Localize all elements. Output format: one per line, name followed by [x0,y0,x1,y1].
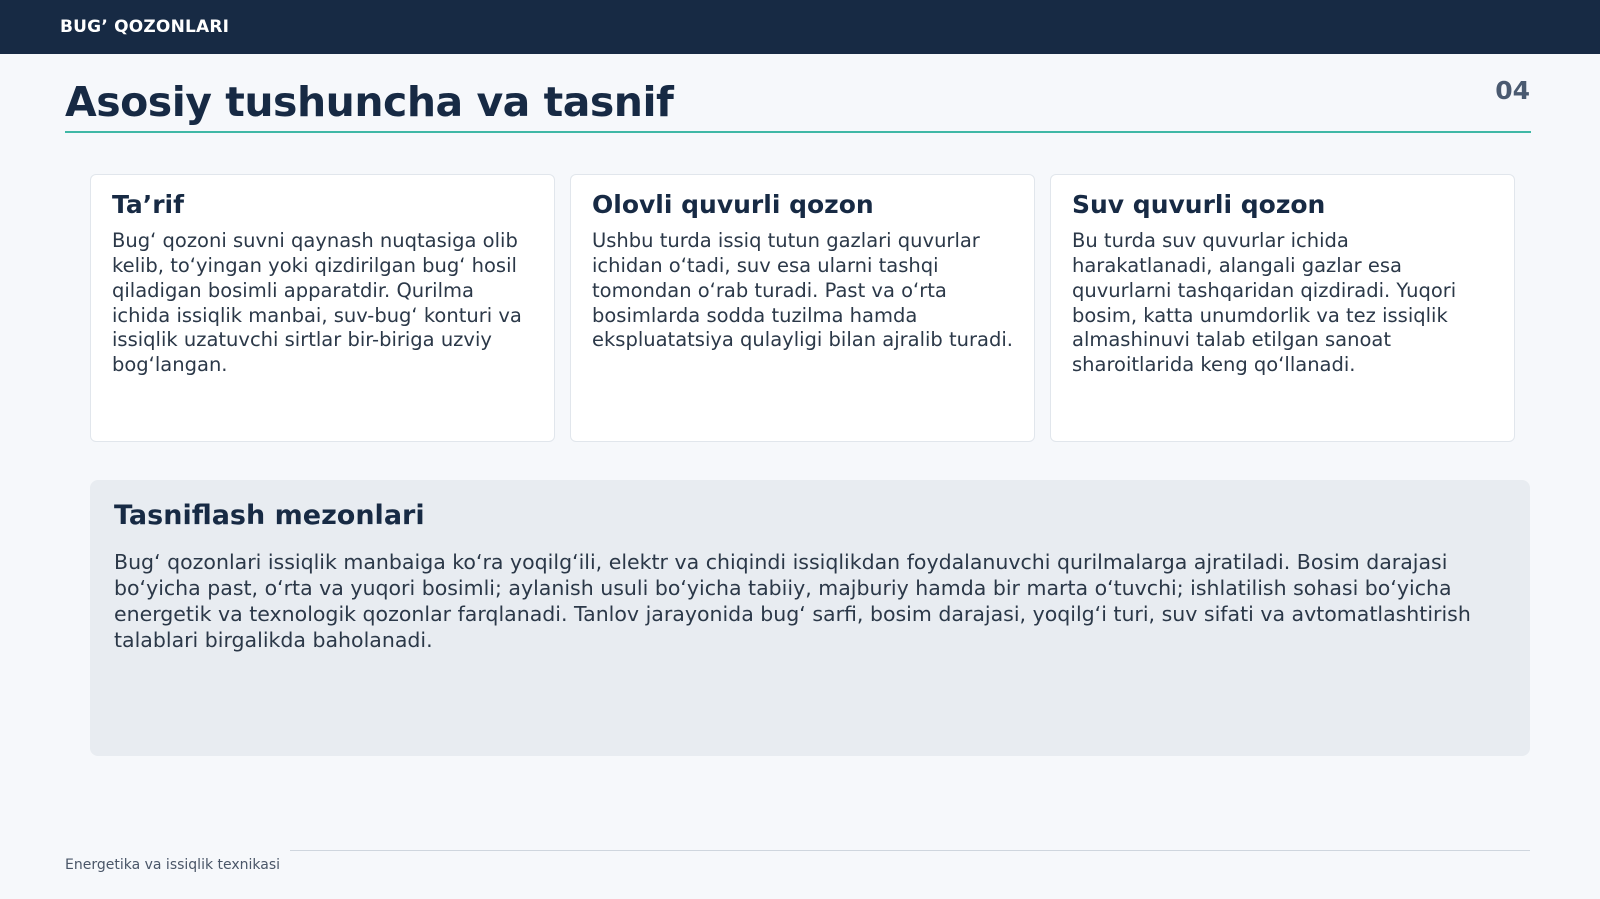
card-definition: Ta’rif Bug‘ qozoni suvni qaynash nuqtasi… [90,174,555,442]
criteria-text: Bug‘ qozonlari issiqlik manbaiga ko‘ra y… [114,550,1471,653]
criteria-title: Tasniflash mezonlari [114,500,425,531]
card-title: Olovli quvurli qozon [592,190,874,219]
classification-criteria-panel: Tasniflash mezonlari Bug‘ qozonlari issi… [90,480,1530,756]
top-bar: BUG’ QOZONLARI [0,0,1600,54]
card-fire-tube-boiler: Olovli quvurli qozon Ushbu turda issiq t… [570,174,1035,442]
page-title: Asosiy tushuncha va tasnif [65,78,674,126]
card-text: Bug‘ qozoni suvni qaynash nuqtasiga olib… [112,229,522,377]
card-text: Ushbu turda issiq tutun gazlari quvurlar… [592,229,1013,352]
card-water-tube-boiler: Suv quvurli qozon Bu turda suv quvurlar … [1050,174,1515,442]
cards-row: Ta’rif Bug‘ qozoni suvni qaynash nuqtasi… [90,174,1518,442]
card-title: Ta’rif [112,190,184,219]
footer-text: Energetika va issiqlik texnikasi [65,857,281,873]
card-title: Suv quvurli qozon [1072,190,1326,219]
card-text: Bu turda suv quvurlar ichida harakatlana… [1072,229,1457,377]
section-label: BUG’ QOZONLARI [60,17,230,37]
page-number: 04 [1495,76,1530,105]
footer-divider [290,850,1530,851]
title-underline [65,131,1531,133]
